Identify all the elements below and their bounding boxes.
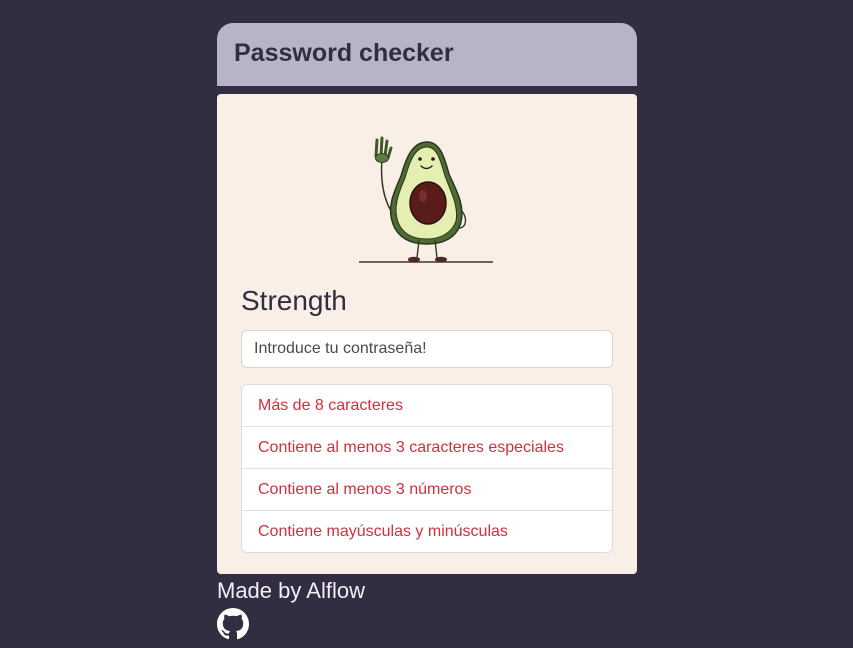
password-input[interactable] (241, 330, 613, 368)
footer-credit: Made by Alflow (217, 578, 365, 603)
password-card: Strength Más de 8 caracteres Contiene al… (217, 94, 637, 574)
github-icon[interactable] (217, 608, 249, 640)
rule-upper-lower: Contiene mayúsculas y minúsculas (258, 523, 508, 540)
avocado-illustration (241, 94, 613, 266)
app-container: Password checker Strength Introduce tu c… (217, 23, 637, 645)
app-title: Password checker (234, 39, 454, 67)
app-header: Password checker (217, 23, 637, 86)
rules-list: Más de 8 caracteres Contiene al menos 3 … (241, 384, 613, 553)
avocado-icon (359, 136, 493, 263)
rule-min-length: Más de 8 caracteres (242, 385, 612, 427)
rule-special-chars: Contiene al menos 3 caracteres especiale… (242, 427, 612, 469)
rule-numbers: Contiene al menos 3 números (242, 469, 612, 511)
strength-heading: Strength (241, 285, 347, 316)
